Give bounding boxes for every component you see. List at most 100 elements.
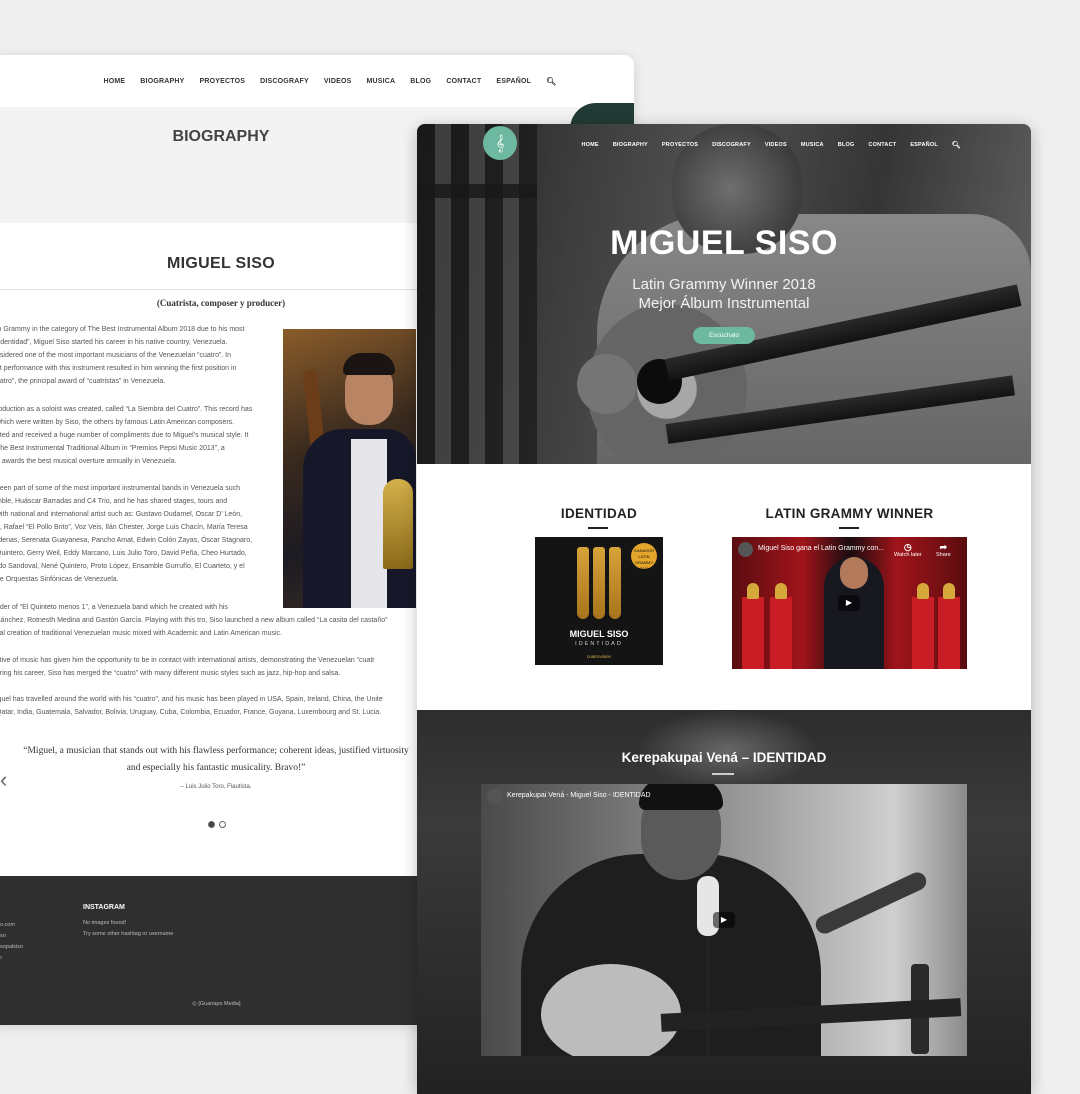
nav-home[interactable]: HOME (582, 142, 599, 148)
video-title[interactable]: Kerepakupai Vená - Miguel Siso - IDENTID… (507, 792, 651, 799)
bio-line: The Best Instrumental Traditional Album … (0, 445, 225, 452)
featured-section: IDENTIDAD LATIN GRAMMY WINNER GANADOR LA… (417, 464, 1031, 710)
play-button[interactable]: ▶ (713, 912, 735, 928)
slider-dot-active[interactable] (208, 821, 215, 828)
bio-paragraph: iguel has travelled around the world wit… (0, 693, 383, 719)
heading-underline (839, 527, 859, 529)
album-artist: MIGUEL SISO (569, 629, 629, 639)
album-cover[interactable]: GANADOR LATIN GRAMMY 2018 MIGUEL SISO ID… (535, 537, 663, 665)
bio-line: uatro”, the principal award of “cuatrist… (0, 378, 166, 385)
nav-musica[interactable]: MUSICA (366, 78, 395, 85)
nav-language[interactable]: ESPAÑOL (910, 142, 938, 148)
video-title[interactable]: Miguel Siso gana el Latin Grammy con... (758, 545, 884, 552)
channel-avatar[interactable] (487, 789, 502, 804)
bio-line: been part of some of the most important … (0, 485, 240, 492)
channel-avatar[interactable] (738, 542, 753, 557)
cuatro-icon (593, 547, 605, 619)
nav-biography[interactable]: BIOGRAPHY (613, 142, 648, 148)
nav-musica[interactable]: MUSICA (801, 142, 824, 148)
heading-underline (712, 773, 734, 775)
nav-contact[interactable]: CONTACT (446, 78, 481, 85)
nav-language[interactable]: ESPAÑOL (496, 78, 531, 85)
nav-discografy[interactable]: DISCOGRAFY (260, 78, 309, 85)
bio-line: which were written by Siso, the others b… (0, 419, 235, 426)
cuatro-icon (577, 547, 589, 619)
share-button[interactable]: ➦ Share (936, 542, 951, 558)
heading-underline (588, 527, 608, 529)
slider-prev-arrow-icon[interactable]: ‹ (0, 767, 7, 793)
nav-contact[interactable]: CONTACT (868, 142, 896, 148)
listen-button[interactable]: Escúchalo (693, 327, 755, 344)
home-page-card: 𝄞 HOME BIOGRAPHY PROYECTOS DISCOGRAFY VI… (417, 124, 1031, 1094)
quote-line: and especially his fantastic musicality.… (126, 763, 306, 773)
quote-author: – Luis Julio Toro, Flautista. (180, 784, 252, 790)
podium (938, 597, 960, 669)
nav-biography[interactable]: BIOGRAPHY (140, 78, 184, 85)
video-section: Kerepakupai Vená – IDENTIDAD Kerepakupai… (417, 710, 1031, 1094)
grammy-badge: GANADOR LATIN GRAMMY 2018 (631, 543, 657, 571)
grammy-video-embed[interactable]: Miguel Siso gana el Latin Grammy con... … (732, 537, 967, 669)
nav-proyectos[interactable]: PROYECTOS (662, 142, 698, 148)
footer-link[interactable]: iso.com (0, 920, 23, 931)
divider (0, 289, 436, 290)
mic-stand (706, 934, 710, 1056)
bio-line: mble, Huáscar Barradas and C4 Trio, and … (0, 498, 228, 505)
album-label: cuatrovision (586, 654, 611, 659)
instagram-message: Try some other hashtag or username (83, 931, 174, 937)
podium (742, 597, 764, 669)
instagram-message: No images found! (83, 920, 127, 926)
kerepakupai-video-embed[interactable]: Kerepakupai Vená - Miguel Siso - IDENTID… (481, 784, 967, 1056)
identidad-heading: IDENTIDAD (560, 506, 638, 521)
hero-subtitle: Mejor Álbum Instrumental (638, 295, 810, 312)
bio-paragraph: roduction as a soloist was created, call… (0, 403, 252, 468)
slider-dot[interactable] (219, 821, 226, 828)
nav-blog[interactable]: BLOG (838, 142, 855, 148)
nav-videos[interactable]: VIDEOS (765, 142, 787, 148)
artist-name: MIGUEL SISO (167, 255, 275, 272)
nav-blog[interactable]: BLOG (410, 78, 431, 85)
presenter-face (840, 557, 868, 589)
bio-line: roduction as a soloist was created, call… (0, 406, 253, 413)
nav-videos[interactable]: VIDEOS (324, 78, 352, 85)
bio-line: Sánchez, Rotnesth Medina and Gastón Garc… (0, 617, 388, 624)
grammy-heading: LATIN GRAMMY WINNER (765, 506, 934, 521)
podium (912, 597, 934, 669)
artist-photo (283, 329, 416, 608)
bio-line: e, Rafael “El Pollo Brito”, Voz Veis, Il… (0, 524, 248, 531)
footer-link[interactable]: sisopalsiso (0, 942, 23, 953)
bio-line: rdo Sandoval, Nené Quintero, Proto López… (0, 563, 245, 570)
watch-later-button[interactable]: ◷ Watch later (894, 542, 922, 558)
footer-credit[interactable]: ◎ [Guanapo Media] (192, 1001, 241, 1007)
footer-link[interactable]: siso (0, 931, 23, 942)
cuatro-icon (609, 547, 621, 619)
bio-line: nsidered one of the most important music… (0, 352, 232, 359)
slider-dots (208, 821, 226, 828)
play-button[interactable]: ▶ (838, 595, 860, 611)
watch-later-label: Watch later (894, 552, 922, 558)
album-title: IDENTIDAD (575, 641, 623, 647)
clock-icon: ◷ (903, 542, 912, 552)
quote-line: “Miguel, a musician that stands out with… (23, 746, 409, 756)
trophy-icon (747, 583, 759, 599)
footer-link[interactable]: so (0, 953, 23, 964)
instagram-title: INSTAGRAM (83, 904, 125, 911)
grammy-trophy (383, 479, 413, 569)
nav-home[interactable]: HOME (103, 78, 125, 85)
nav-discografy[interactable]: DISCOGRAFY (712, 142, 751, 148)
trophy-icon (943, 583, 955, 599)
bio-line: uring his career, Siso has merged the “c… (0, 670, 341, 677)
credit-logo-icon: ◎ (192, 1001, 197, 1007)
credit-text: [Guanapo Media] (198, 1001, 241, 1007)
bio-line: in Grammy in the category of The Best In… (0, 326, 245, 333)
search-icon[interactable]: 🔍︎ (952, 141, 961, 149)
share-label: Share (936, 552, 951, 558)
bio-line: rdenas, Serenata Guayanesa, Pancho Amat,… (0, 537, 253, 544)
trophy-icon (917, 583, 929, 599)
search-icon[interactable]: 🔍︎ (546, 77, 556, 86)
podium (770, 597, 792, 669)
nav-proyectos[interactable]: PROYECTOS (200, 78, 246, 85)
home-nav-bar: HOME BIOGRAPHY PROYECTOS DISCOGRAFY VIDE… (417, 124, 1031, 166)
trophy-icon (775, 583, 787, 599)
bio-line: Quintero, Gerry Weil, Eddy Marcano, Luis… (0, 550, 247, 557)
testimonial-quote: “Miguel, a musician that stands out with… (16, 743, 416, 777)
